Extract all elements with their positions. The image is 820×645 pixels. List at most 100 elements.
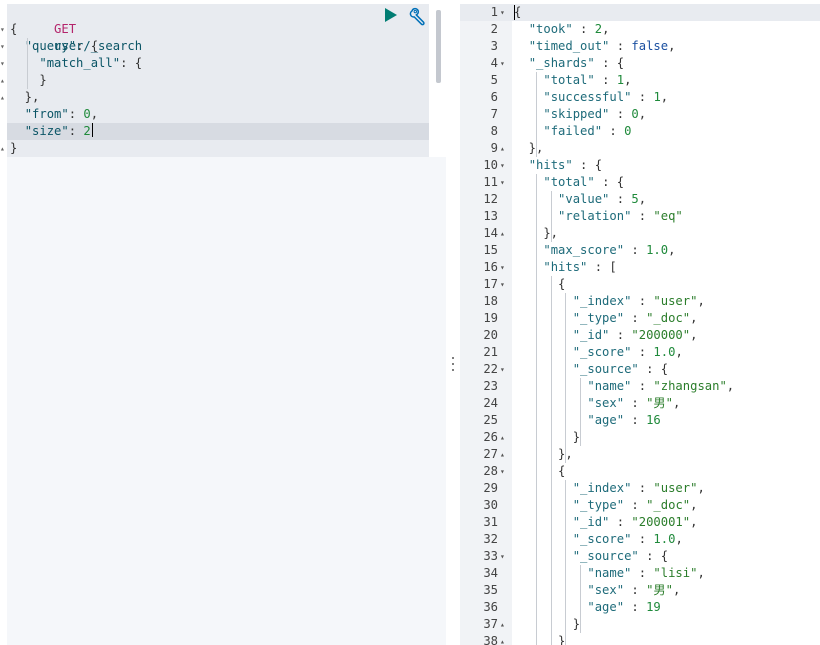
request-body-line[interactable]: "size": 2: [7, 123, 429, 140]
json-token: ,: [726, 379, 735, 393]
fold-expand-icon[interactable]: ▴: [500, 446, 510, 463]
json-token: },: [514, 141, 544, 155]
response-line: {: [514, 4, 521, 21]
fold-toggle-icon[interactable]: ▴: [0, 72, 7, 89]
indent-guide: [536, 174, 538, 645]
fold-expand-icon[interactable]: ▴: [500, 140, 510, 157]
fold-collapse-icon[interactable]: ▾: [500, 4, 510, 21]
json-token: ,: [690, 311, 698, 325]
json-token: :: [631, 532, 654, 546]
json-token: "failed": [543, 124, 603, 138]
fold-collapse-icon[interactable]: ▾: [500, 259, 510, 276]
fold-collapse-icon[interactable]: ▾: [500, 55, 510, 72]
pane-resize-handle[interactable]: [450, 356, 456, 372]
json-token: ,: [660, 90, 669, 104]
json-token: 1: [616, 73, 625, 87]
response-line: "_index" : "user",: [514, 293, 705, 310]
json-token: ,: [668, 39, 676, 53]
request-body-line[interactable]: {: [7, 21, 17, 38]
fold-collapse-icon[interactable]: ▾: [500, 174, 510, 191]
request-body-line[interactable]: }: [7, 140, 17, 157]
fold-collapse-icon[interactable]: ▾: [500, 463, 510, 480]
line-number: 13: [483, 209, 498, 223]
code-token: : {: [76, 39, 99, 53]
json-token: "user": [653, 481, 698, 495]
json-token: :: [624, 498, 647, 512]
request-editor[interactable]: GET user/_search { "query": { "match_all…: [7, 4, 429, 157]
request-scrollbar[interactable]: [436, 10, 441, 83]
response-line: "_type" : "_doc",: [514, 310, 698, 327]
request-editor-empty-area[interactable]: [7, 157, 446, 645]
fold-toggle-icon[interactable]: ▾: [0, 21, 7, 38]
response-line: "_shards" : {: [514, 55, 624, 72]
indent-guide: [580, 565, 582, 633]
json-token: :: [631, 379, 654, 393]
line-number: 25: [483, 413, 498, 427]
request-body-line[interactable]: "from": 0,: [7, 106, 98, 123]
line-number: 17: [483, 277, 498, 291]
indent-guide: [27, 38, 28, 89]
json-token: "_id": [572, 515, 610, 529]
json-token: :: [624, 311, 647, 325]
json-token: :: [631, 566, 654, 580]
line-number: 20: [483, 328, 498, 342]
fold-toggle-icon[interactable]: ▴: [0, 89, 7, 106]
line-number: 18: [483, 294, 498, 308]
line-number: 38: [483, 634, 498, 645]
line-number: 23: [483, 379, 498, 393]
line-number: 36: [483, 600, 498, 614]
json-token: ,: [672, 583, 681, 597]
json-token: {: [514, 277, 566, 291]
fold-expand-icon[interactable]: ▴: [500, 429, 510, 446]
response-line: "name" : "lisi",: [514, 565, 705, 582]
json-token: 1.0: [653, 532, 676, 546]
request-editor-pane: ▾ ▾ ▾ ▴ ▴ ▴ GET user/_search { "query": { "ma…: [0, 0, 446, 645]
json-token: "age": [587, 413, 625, 427]
fold-expand-icon[interactable]: ▴: [500, 616, 510, 633]
fold-toggle-icon[interactable]: ▴: [0, 140, 7, 157]
response-line: "_id" : "200000",: [514, 327, 698, 344]
json-token: ,: [697, 566, 705, 580]
request-body-line[interactable]: "query": {: [7, 38, 98, 55]
http-method: GET: [54, 22, 77, 36]
fold-toggle-icon[interactable]: ▾: [0, 55, 7, 72]
response-line: },: [514, 140, 544, 157]
response-line: "took" : 2,: [514, 21, 610, 38]
fold-collapse-icon[interactable]: ▾: [500, 157, 510, 174]
run-request-button[interactable]: [383, 6, 399, 24]
line-number: 4: [490, 56, 498, 70]
json-token: ,: [697, 481, 705, 495]
response-line: "skipped" : 0,: [514, 106, 646, 123]
request-line[interactable]: GET user/_search: [10, 4, 142, 53]
line-number: 28: [483, 464, 498, 478]
fold-expand-icon[interactable]: ▴: [500, 633, 510, 645]
fold-collapse-icon[interactable]: ▾: [500, 548, 510, 565]
json-token: "_doc": [646, 498, 691, 512]
json-token: {: [514, 5, 522, 19]
response-line: "max_score" : 1.0,: [514, 242, 675, 259]
json-token: },: [514, 447, 573, 461]
settings-button[interactable]: [408, 6, 428, 26]
line-number: 2: [490, 22, 498, 36]
fold-collapse-icon[interactable]: ▾: [500, 276, 510, 293]
json-token: ,: [690, 328, 698, 342]
request-body-line[interactable]: },: [7, 89, 40, 106]
fold-toggle-icon[interactable]: ▾: [0, 38, 7, 55]
json-token: }: [514, 634, 566, 645]
response-line: "sex" : "男",: [514, 582, 680, 599]
json-token: :: [624, 243, 647, 257]
fold-expand-icon[interactable]: ▴: [500, 225, 510, 242]
line-number: 21: [483, 345, 498, 359]
response-code[interactable]: { "took" : 2, "timed_out" : false, "_sha…: [512, 4, 820, 645]
line-number: 34: [483, 566, 498, 580]
fold-collapse-icon[interactable]: ▾: [500, 361, 510, 378]
